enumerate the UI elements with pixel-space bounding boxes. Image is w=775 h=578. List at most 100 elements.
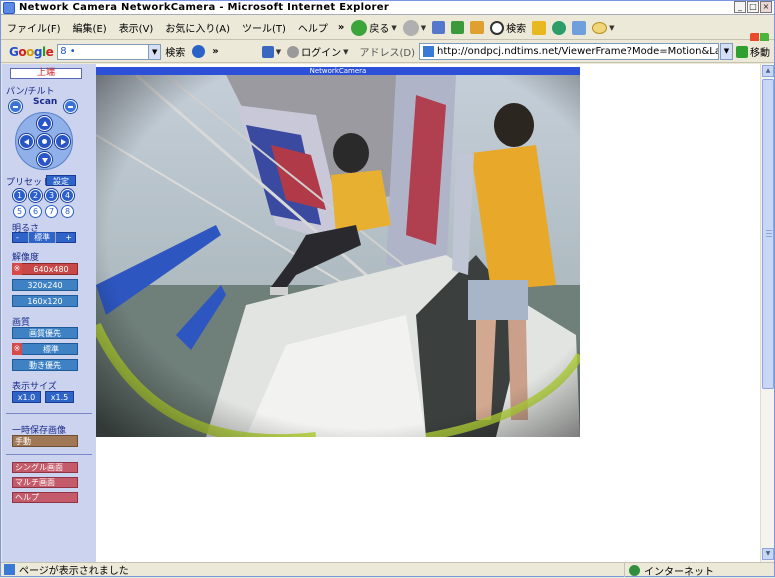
menu-bar: ファイル(F) 編集(E) 表示(V) お気に入り(A) ツール(T) ヘルプ … — [1, 16, 774, 52]
home-icon — [470, 21, 485, 34]
single-screen-button[interactable]: シングル画面 — [12, 462, 78, 473]
grip-line — [766, 230, 772, 231]
address-toolbar: Google 8 • ▼ 検索 » ▼ ログイン ▼ アドレス(D) http:… — [1, 41, 774, 63]
forward-dropdown-icon: ▼ — [420, 23, 427, 32]
address-input[interactable]: http://ondpcj.ndtims.net/ViewerFrame?Mod… — [418, 43, 719, 60]
google-search-dropdown-icon[interactable]: ▼ — [148, 44, 161, 59]
home-position-button[interactable] — [37, 134, 52, 149]
brightness-plus-button[interactable]: + — [62, 233, 75, 242]
preset-1-button[interactable]: 1 — [13, 189, 26, 202]
refresh-button[interactable] — [448, 21, 467, 34]
preset-4-button[interactable]: 4 — [61, 189, 74, 202]
pan-scan-left-right-icon[interactable] — [9, 100, 22, 113]
maximize-button[interactable]: □ — [747, 1, 759, 13]
temp-save-manual-button[interactable]: 手動 — [12, 435, 78, 447]
preset-7-button[interactable]: 7 — [45, 205, 58, 218]
forward-arrow-icon — [402, 19, 419, 36]
camera-live-image[interactable] — [96, 75, 580, 437]
google-search-button[interactable]: 検索 — [161, 44, 189, 59]
tools-wrench-button[interactable]: ▼ — [259, 45, 284, 58]
tilt-up-button[interactable] — [37, 116, 52, 131]
tilt-scan-up-down-icon[interactable] — [64, 100, 77, 113]
globe-icon — [192, 45, 206, 58]
tilt-down-button[interactable] — [37, 152, 52, 167]
back-button[interactable]: 戻る ▼ — [348, 19, 399, 36]
menu-view[interactable]: 表示(V) — [113, 20, 160, 35]
login-dropdown-icon: ▼ — [343, 47, 349, 56]
preset-8-button[interactable]: 8 — [61, 205, 74, 218]
page-done-icon — [4, 564, 15, 575]
title-bar: Network Camera NetworkCamera - Microsoft… — [1, 1, 774, 15]
help-button[interactable]: ヘルプ — [12, 492, 78, 503]
favorites-button[interactable] — [529, 20, 549, 35]
go-arrow-icon — [735, 45, 748, 58]
vertical-scrollbar[interactable]: ▲ ▼ — [760, 64, 774, 562]
menu-favorites[interactable]: お気に入り(A) — [159, 20, 236, 35]
pan-left-button[interactable] — [19, 134, 34, 149]
wrench-icon — [261, 45, 274, 58]
grip-line — [766, 233, 772, 234]
minimize-button[interactable]: _ — [734, 1, 746, 13]
resolution-160x120-button[interactable]: 160x120 — [12, 295, 78, 307]
menu-help[interactable]: ヘルプ — [292, 20, 334, 35]
mail-dropdown-icon: ▼ — [609, 23, 615, 32]
menu-edit[interactable]: 編集(E) — [67, 20, 113, 35]
toolbar-overflow-button[interactable]: » — [208, 46, 222, 57]
preset-setting-button[interactable]: 設定 — [46, 175, 76, 186]
preset-5-button[interactable]: 5 — [13, 205, 26, 218]
quality-selected-mark: ※ — [12, 343, 22, 355]
preset-3-button[interactable]: 3 — [45, 189, 58, 202]
multi-screen-button[interactable]: マルチ画面 — [12, 477, 78, 488]
preset-6-button[interactable]: 6 — [29, 205, 42, 218]
quality-high-button[interactable]: 画質優先 — [12, 327, 78, 339]
google-news-button[interactable] — [189, 45, 208, 58]
sidebar-divider — [6, 413, 92, 414]
pan-tilt-dpad — [15, 112, 73, 170]
wrench-dropdown-icon: ▼ — [275, 47, 282, 56]
display-size-x1-5-button[interactable]: x1.5 — [45, 391, 74, 403]
menu-file[interactable]: ファイル(F) — [1, 20, 67, 35]
preset-2-button[interactable]: 2 — [29, 189, 42, 202]
preset-label: プリセット — [6, 178, 52, 188]
close-button[interactable]: × — [760, 1, 772, 13]
ie-icon — [3, 1, 15, 14]
resolution-320x240-button[interactable]: 320x240 — [12, 279, 78, 291]
history-button[interactable] — [569, 20, 589, 35]
page-icon — [422, 46, 434, 57]
security-zone: インターネット — [624, 563, 774, 578]
scrollbar-thumb[interactable] — [762, 79, 774, 389]
resolution-label: 解像度 — [12, 253, 40, 263]
google-logo: Google — [9, 44, 54, 59]
status-text: ページが表示されました — [19, 566, 129, 577]
menu-overflow-button[interactable]: » — [334, 22, 348, 33]
scan-label: Scan — [33, 97, 58, 107]
browser-window: Network Camera NetworkCamera - Microsoft… — [0, 0, 775, 578]
status-bar: ページが表示されました インターネット — [1, 562, 774, 578]
stop-icon — [432, 21, 446, 34]
mail-button[interactable]: ▼ — [589, 21, 617, 34]
internet-zone-icon — [629, 564, 640, 576]
address-dropdown-button[interactable]: ▼ — [719, 43, 733, 60]
search-button[interactable]: 検索 — [487, 20, 529, 35]
forward-button[interactable]: ▼ — [400, 19, 429, 36]
home-button[interactable] — [467, 21, 487, 34]
brightness-control: - 標準 + — [12, 232, 76, 243]
display-size-x1-button[interactable]: x1.0 — [12, 391, 41, 403]
login-button[interactable]: ログイン ▼ — [284, 44, 351, 59]
sidebar-divider — [6, 454, 92, 455]
scroll-up-icon[interactable]: ▲ — [762, 65, 774, 77]
go-button[interactable]: 移動 — [733, 44, 773, 59]
menu-tools[interactable]: ツール(T) — [236, 20, 292, 35]
pan-right-button[interactable] — [55, 134, 70, 149]
address-label: アドレス(D) — [359, 48, 415, 59]
top-link-button[interactable]: 上端 — [10, 68, 82, 79]
stop-button[interactable] — [429, 21, 448, 34]
login-icon — [287, 45, 300, 58]
google-search-input[interactable]: 8 • ▼ — [57, 43, 162, 60]
scroll-down-icon[interactable]: ▼ — [762, 548, 774, 560]
brightness-minus-button[interactable]: - — [13, 233, 22, 242]
brightness-value[interactable]: 標準 — [28, 232, 57, 243]
media-button[interactable] — [549, 20, 569, 35]
page-content: 上端 パン/チルト Scan プリセット 設定 1 2 3 4 5 6 7 8 … — [2, 64, 760, 562]
quality-motion-button[interactable]: 動き優先 — [12, 359, 78, 371]
